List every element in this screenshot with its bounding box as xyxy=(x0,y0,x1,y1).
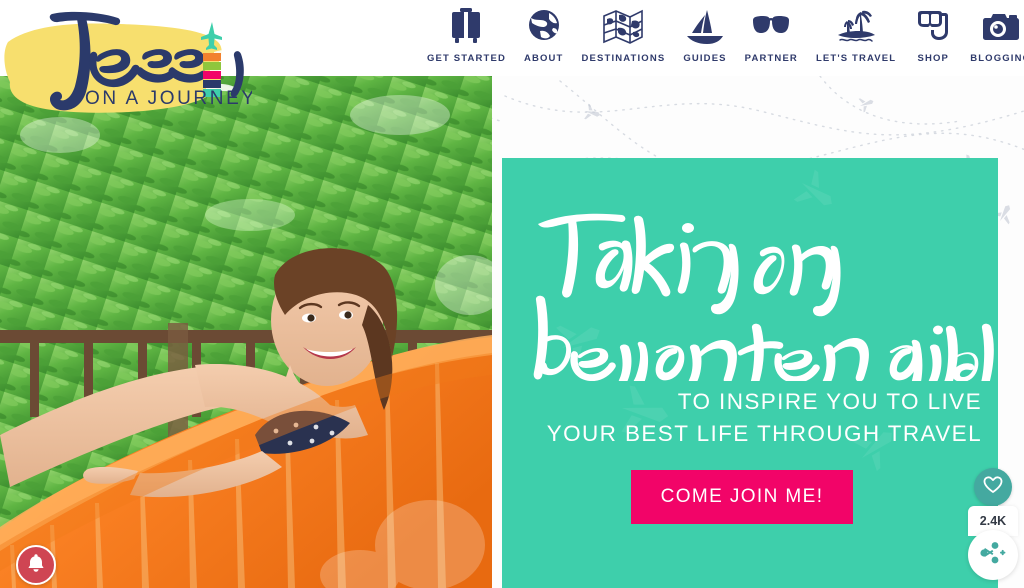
nav-item-blogging[interactable]: BLOGGING xyxy=(961,4,1024,64)
site-header: GET STARTED ABOUT DESTINATIONS GUIDES PA… xyxy=(0,0,1024,76)
nav-label: GET STARTED xyxy=(427,53,506,64)
like-button[interactable] xyxy=(974,468,1012,506)
sunglasses-icon xyxy=(750,4,792,46)
nav-label: GUIDES xyxy=(683,53,727,64)
come-join-me-button[interactable]: COME JOIN ME! xyxy=(630,470,854,524)
nav-item-get-started[interactable]: GET STARTED xyxy=(418,4,515,64)
nav-item-destinations[interactable]: DESTINATIONS xyxy=(573,4,675,64)
headline-line-2 xyxy=(533,295,994,381)
nav-item-shop[interactable]: SHOP xyxy=(905,4,961,64)
nav-item-about[interactable]: ABOUT xyxy=(515,4,573,64)
map-icon xyxy=(602,4,644,46)
headline-line-1 xyxy=(538,213,841,317)
nav-label: DESTINATIONS xyxy=(581,53,666,64)
hero-photo xyxy=(0,75,492,588)
nav-item-guides[interactable]: GUIDES xyxy=(674,4,735,64)
hero-teal-panel: TO INSPIRE YOU TO LIVE YOUR BEST LIFE TH… xyxy=(502,158,998,588)
heart-icon xyxy=(983,475,1003,499)
globe-icon xyxy=(527,4,561,46)
hero-subheading: TO INSPIRE YOU TO LIVE YOUR BEST LIFE TH… xyxy=(520,386,982,450)
floating-share-widget: 2.4K xyxy=(962,468,1022,588)
notifications-button[interactable] xyxy=(16,545,56,585)
nav-label: BLOGGING xyxy=(970,53,1024,64)
cta-container: COME JOIN ME! xyxy=(502,470,982,524)
main-navigation: GET STARTED ABOUT DESTINATIONS GUIDES PA… xyxy=(418,4,1024,64)
subhead-line-2: YOUR BEST LIFE THROUGH TRAVEL xyxy=(546,420,982,446)
share-button[interactable] xyxy=(968,530,1018,580)
palm-island-icon xyxy=(834,4,878,46)
nav-label: SHOP xyxy=(917,53,949,64)
subhead-line-1: TO INSPIRE YOU TO LIVE xyxy=(677,389,982,414)
nav-item-partner[interactable]: PARTNER xyxy=(736,4,807,64)
sailboat-icon xyxy=(685,4,725,46)
hero-headline xyxy=(530,206,998,381)
nav-label: PARTNER xyxy=(744,53,798,64)
camera-icon xyxy=(981,4,1021,46)
share-plus-icon xyxy=(980,541,1006,569)
bell-icon xyxy=(27,553,45,578)
snorkel-mask-icon xyxy=(914,4,952,46)
nav-label: LET'S TRAVEL xyxy=(815,53,897,64)
suitcase-icon xyxy=(449,4,483,46)
nav-item-lets-travel[interactable]: LET'S TRAVEL xyxy=(807,4,905,64)
nav-label: ABOUT xyxy=(523,53,564,64)
